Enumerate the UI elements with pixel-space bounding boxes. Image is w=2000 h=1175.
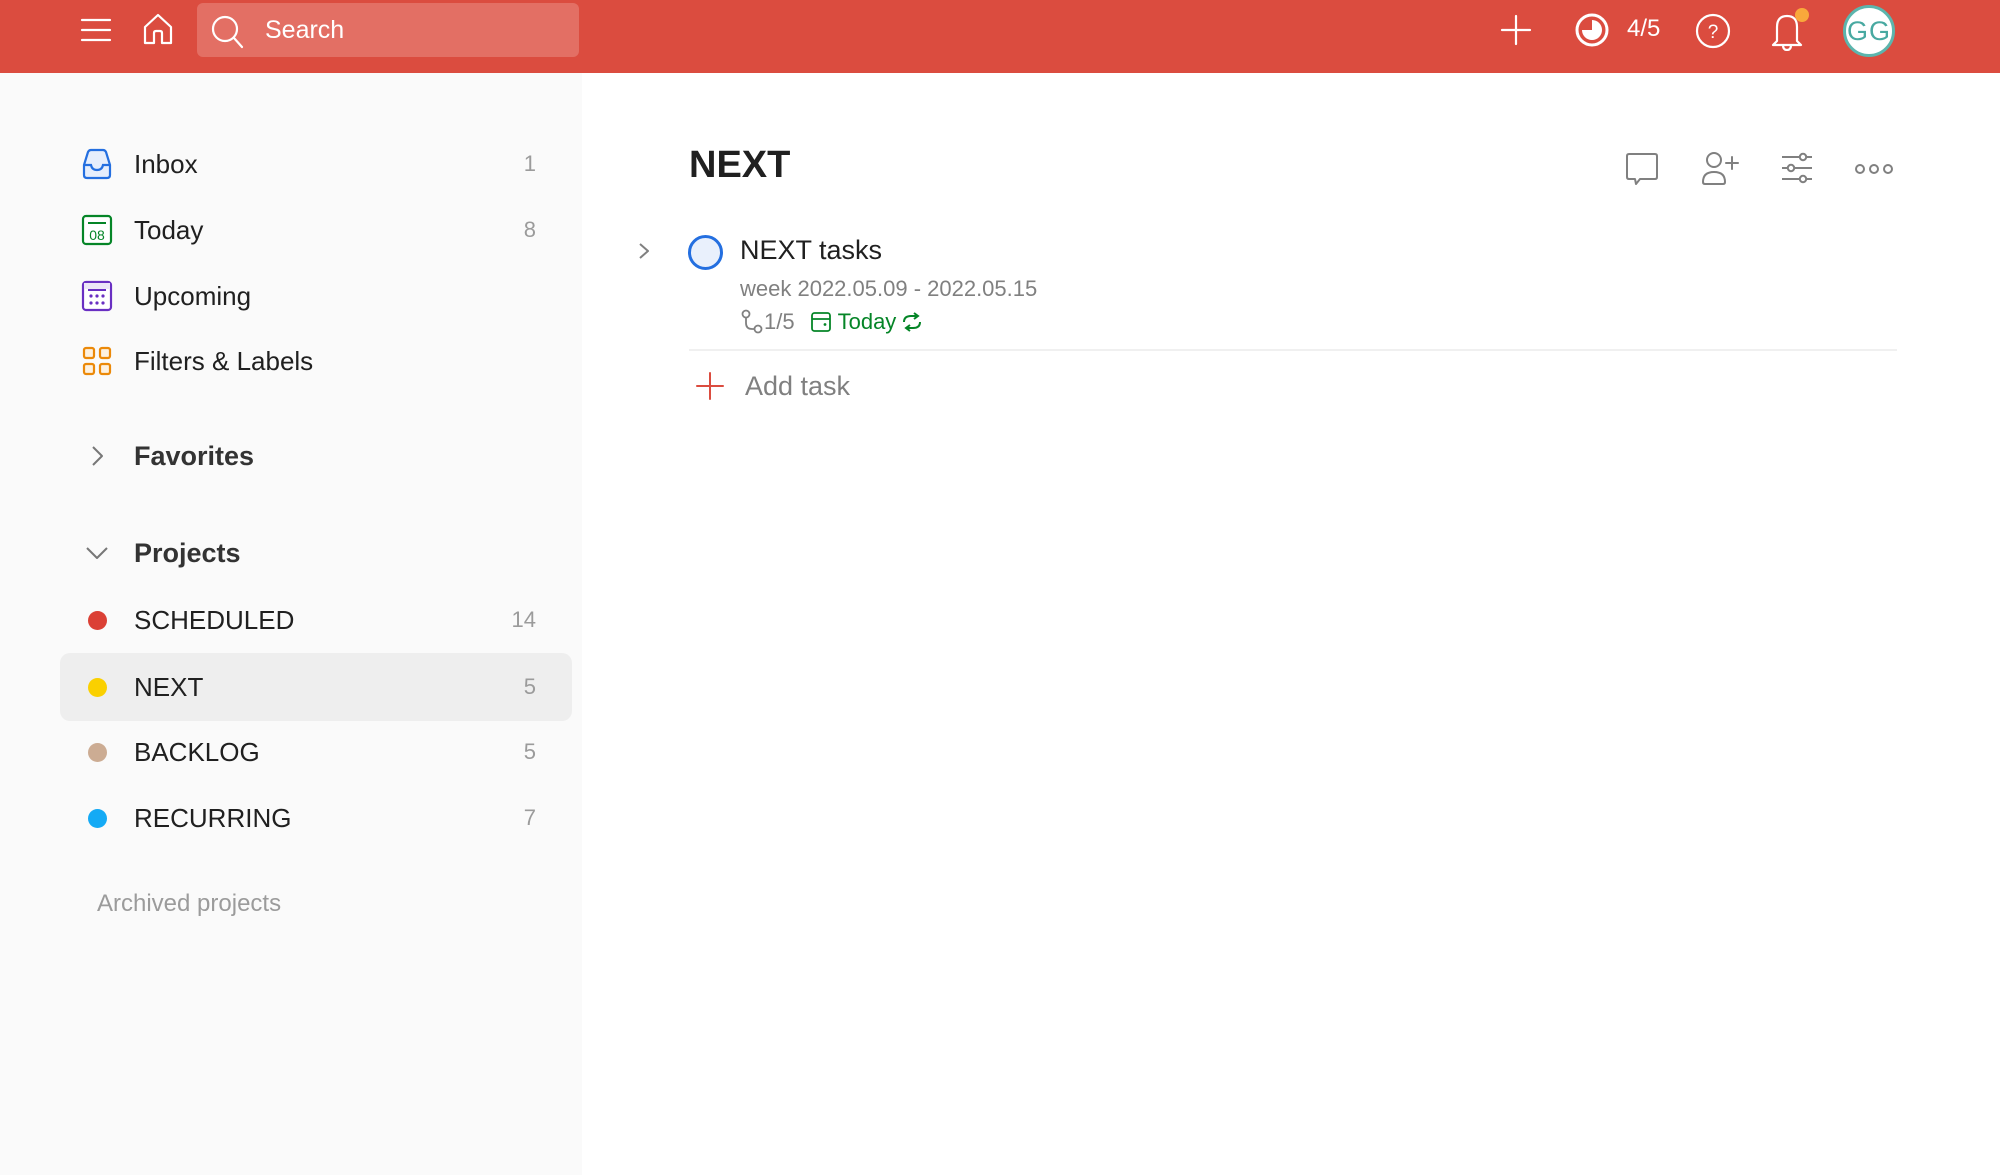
plus-icon — [1500, 14, 1532, 46]
sidebar-item-today[interactable]: 08 Today 8 — [60, 198, 572, 262]
home-button[interactable] — [139, 10, 177, 48]
sidebar: Inbox 1 08 Today 8 Upcoming Filters & La… — [0, 73, 582, 1175]
project-name: BACKLOG — [134, 736, 260, 767]
sidebar-item-upcoming[interactable]: Upcoming — [60, 264, 572, 328]
svg-text:?: ? — [1708, 22, 1719, 43]
more-icon — [1855, 164, 1893, 174]
task-title[interactable]: NEXT tasks — [740, 235, 882, 266]
project-item-scheduled[interactable]: SCHEDULED 14 — [60, 588, 572, 652]
avatar[interactable]: GG — [1843, 5, 1895, 57]
project-count: 5 — [523, 674, 536, 699]
project-color-dot — [87, 808, 107, 828]
sidebar-item-label: Filters & Labels — [134, 345, 314, 376]
productivity-button[interactable] — [1574, 12, 1610, 48]
expand-subtasks-button[interactable] — [630, 237, 658, 265]
sidebar-item-filters-labels[interactable]: Filters & Labels — [60, 329, 572, 393]
svg-text:08: 08 — [89, 227, 105, 243]
inbox-icon — [80, 147, 114, 181]
add-user-icon — [1701, 152, 1739, 185]
subtask-count: 1/5 — [740, 309, 795, 335]
calendar-icon — [810, 312, 831, 332]
project-item-backlog[interactable]: BACKLOG 5 — [60, 720, 572, 784]
recurring-icon — [903, 312, 922, 332]
due-date-text: Today — [837, 309, 897, 334]
page-title: NEXT — [689, 144, 791, 186]
task-checkbox[interactable] — [688, 235, 723, 270]
plus-icon — [696, 372, 724, 400]
sidebar-item-count: 1 — [523, 151, 536, 176]
filters-labels-icon — [80, 344, 114, 378]
search-placeholder: Search — [265, 15, 345, 44]
comments-button[interactable] — [1620, 147, 1664, 191]
subtask-icon — [741, 309, 763, 334]
project-count: 5 — [523, 739, 536, 764]
comment-icon — [1626, 153, 1658, 185]
search-icon — [211, 15, 244, 49]
add-task-label: Add task — [745, 370, 851, 401]
chevron-down-icon — [82, 538, 112, 568]
karma-progress[interactable]: 4/5 — [1627, 14, 1660, 44]
more-actions-button[interactable] — [1852, 147, 1896, 191]
task-divider — [689, 349, 1897, 351]
favorites-heading: Favorites — [134, 440, 255, 471]
sidebar-item-label: Today — [134, 214, 204, 245]
project-color-dot — [87, 610, 107, 630]
favorites-section-toggle[interactable]: Favorites — [60, 428, 572, 484]
top-bar: Search 4/5 ? GG — [0, 0, 2000, 73]
calendar-today-icon: 08 — [80, 213, 114, 247]
subtask-count-text: 1/5 — [764, 309, 795, 334]
task-item[interactable]: NEXT tasks week 2022.05.09 - 2022.05.15 … — [622, 221, 1900, 351]
sidebar-item-inbox[interactable]: Inbox 1 — [60, 132, 572, 196]
help-icon: ? — [1695, 13, 1731, 49]
notification-badge — [1795, 8, 1809, 22]
project-item-recurring[interactable]: RECURRING 7 — [60, 786, 572, 850]
projects-section-toggle[interactable]: Projects — [60, 525, 572, 581]
calendar-upcoming-icon — [80, 279, 114, 313]
menu-icon — [80, 18, 112, 42]
view-options-icon — [1782, 152, 1812, 184]
project-item-next[interactable]: NEXT 5 — [60, 653, 572, 721]
productivity-icon — [1575, 13, 1609, 47]
project-name: SCHEDULED — [134, 604, 295, 635]
menu-button[interactable] — [78, 14, 114, 46]
project-color-dot — [87, 742, 107, 762]
task-description: week 2022.05.09 - 2022.05.15 — [740, 276, 1038, 301]
quick-add-button[interactable] — [1498, 12, 1534, 48]
project-name: NEXT — [134, 671, 204, 702]
projects-heading: Projects — [134, 537, 241, 568]
archived-projects-link[interactable]: Archived projects — [97, 890, 281, 918]
project-name: RECURRING — [134, 802, 292, 833]
due-date[interactable]: Today — [809, 309, 925, 335]
main-content: NEXT NEXT tasks week 2022.05.09 - 2022.0… — [582, 73, 2000, 1175]
chevron-right-icon — [639, 243, 649, 259]
help-button[interactable]: ? — [1694, 12, 1732, 50]
task-meta: 1/5 Today — [740, 307, 924, 337]
search-input[interactable]: Search — [197, 3, 579, 57]
home-icon — [143, 13, 173, 45]
project-count: 14 — [511, 607, 536, 632]
sidebar-item-count: 8 — [523, 217, 536, 242]
project-count: 7 — [523, 805, 536, 830]
project-color-dot — [87, 677, 107, 697]
view-options-button[interactable] — [1775, 147, 1819, 191]
sidebar-item-label: Upcoming — [134, 280, 252, 311]
avatar-initials: GG — [1846, 15, 1891, 46]
chevron-right-icon — [82, 441, 112, 471]
sidebar-item-label: Inbox — [134, 148, 198, 179]
share-button[interactable] — [1698, 147, 1742, 191]
